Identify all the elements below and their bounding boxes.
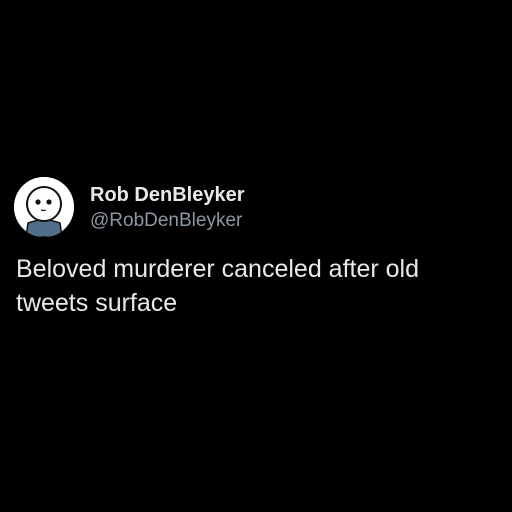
tweet-card[interactable]: Rob DenBleyker @RobDenBleyker Beloved mu… (14, 176, 498, 320)
tweet-header: Rob DenBleyker @RobDenBleyker (14, 176, 498, 238)
tweet-text: Beloved murderer canceled after old twee… (16, 255, 420, 317)
author-handle[interactable]: @RobDenBleyker (90, 209, 245, 233)
author-names: Rob DenBleyker @RobDenBleyker (90, 182, 245, 233)
cartoon-face-icon (14, 177, 74, 237)
author-display-name[interactable]: Rob DenBleyker (90, 183, 245, 207)
avatar[interactable] (14, 177, 74, 237)
